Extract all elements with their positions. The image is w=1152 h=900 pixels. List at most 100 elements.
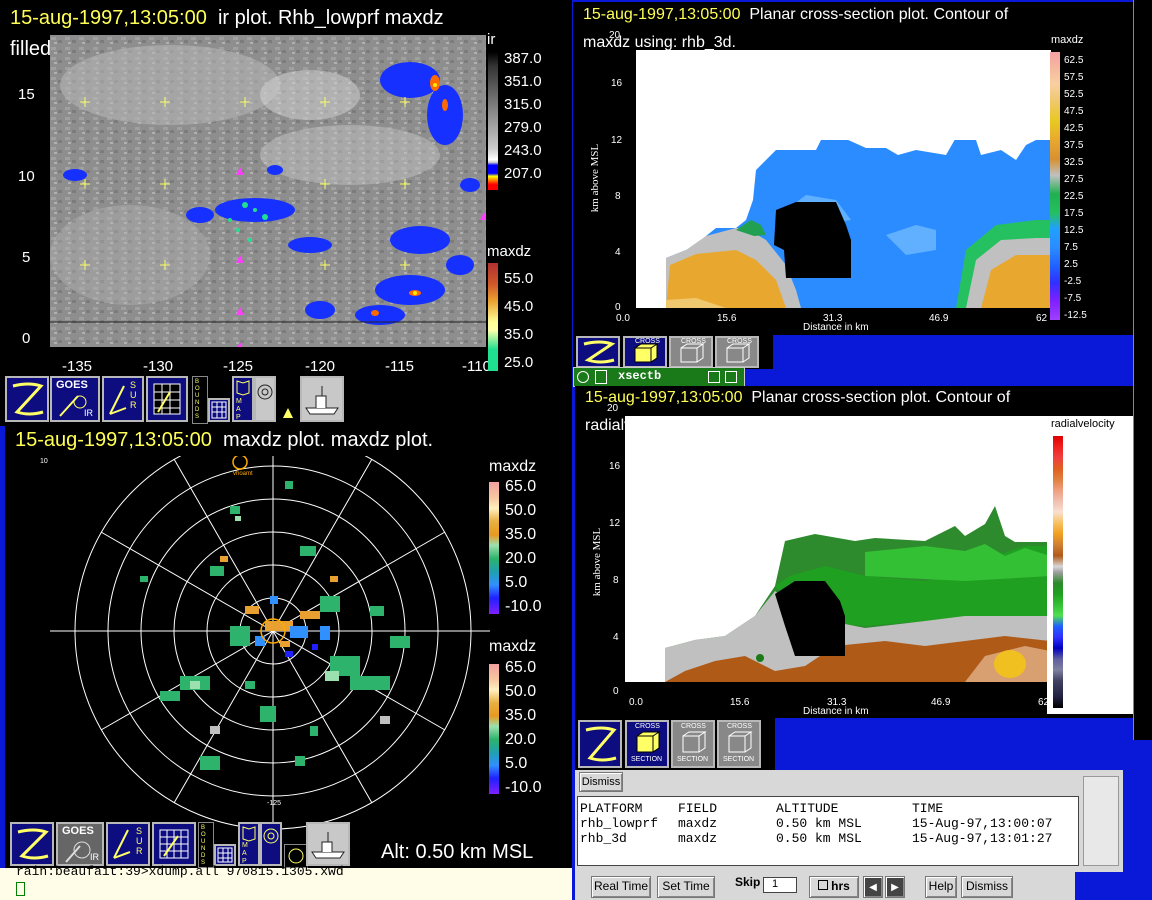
zeb-logo-button[interactable]	[5, 376, 49, 422]
xsectb-minimize-icon[interactable]	[708, 371, 720, 383]
ppi-map-label: MAP	[242, 842, 248, 865]
xsec1-ytick-12: 12	[611, 135, 623, 146]
lon-tick-135: -135	[62, 358, 93, 372]
small-grid-icon	[211, 401, 227, 419]
xsec2-cbar-tick-4: 16.0	[1071, 480, 1091, 491]
set-time-button[interactable]: Set Time	[657, 876, 715, 898]
terminal-window[interactable]: rain:beaufait:39>xdump.all 970815.1305.x…	[0, 864, 572, 900]
xsec2-cbar-tick-24: -24.0	[1071, 700, 1094, 711]
ppi-rings-button[interactable]	[260, 822, 282, 866]
range-rings-icon	[257, 384, 273, 400]
xsec1-cross-section-button-3[interactable]: CROSS	[715, 336, 759, 368]
xsec2-title-text: Planar cross-section plot. Contour of	[751, 389, 1011, 406]
step-back-button[interactable]: ◀	[863, 876, 883, 898]
sur-button[interactable]: SUR	[102, 376, 144, 422]
lon-tick-130: -130	[143, 358, 174, 372]
xsec2-cross-section-button[interactable]: CROSS SECTION	[625, 720, 669, 768]
info-header-platform: PLATFORM	[580, 801, 643, 816]
xsec1-cross-section-button[interactable]: CROSS	[623, 336, 667, 368]
hrs-menu-button[interactable]: hrs	[809, 876, 859, 898]
ppi-timestamp: 15-aug-1997,13:05:00	[15, 429, 212, 451]
ppi-grid-overlay-button[interactable]	[152, 822, 196, 866]
terminal-line1: rain:beaufait:39>xdump.all 970815.1305.x…	[16, 864, 344, 879]
xsec2-cross-section-button-2[interactable]: CROSS SECTION	[671, 720, 715, 768]
ppi-bounds-button[interactable]: BOUNDS	[198, 822, 214, 868]
ppi-map-button[interactable]: MAP	[238, 822, 260, 866]
xsec2-colorbar-label: radialvelocity	[1051, 418, 1115, 430]
ppi-grid-icon	[159, 829, 189, 859]
ship-button[interactable]	[300, 376, 344, 422]
xsec2-ylabel: km above MSL	[591, 527, 604, 597]
xsec2-xtick-156: 15.6	[730, 697, 750, 708]
info-row1-time: 15-Aug-97,13:00:07	[912, 816, 1053, 831]
ppi-cbar2-tick-65: 65.0	[505, 659, 537, 676]
lon-tick-110: -110	[462, 358, 491, 372]
station-marker-button[interactable]	[278, 400, 298, 422]
xsec1-ytick-4: 4	[615, 247, 621, 258]
xsec1-timestamp: 15-aug-1997,13:05:00	[583, 6, 741, 23]
grid-overlay-button[interactable]	[146, 376, 188, 422]
info-table-frame: PLATFORM FIELD ALTITUDE TIME rhb_lowprf …	[577, 796, 1079, 866]
xsectb-window-bar[interactable]: xsectb	[573, 367, 745, 387]
xsec1-cbar-tick-15: -12.5	[1064, 310, 1087, 321]
xsectb-doc-icon[interactable]	[595, 370, 607, 384]
xsec1-cbar-tick-9: 17.5	[1064, 208, 1084, 219]
lat-tick-15: 15	[18, 86, 35, 103]
skip-input[interactable]: 1	[763, 877, 797, 893]
xsec2-xtick-469: 46.9	[931, 697, 951, 708]
ppi-range-rings-icon	[263, 828, 279, 844]
ir-colorbar	[488, 52, 498, 190]
xsec1-zeb-button[interactable]	[576, 336, 620, 368]
xsec1-cross-label-2: CROSS	[681, 338, 706, 345]
rings-button[interactable]	[254, 376, 276, 422]
xsec2-title: 15-aug-1997,13:05:00 Planar cross-sectio…	[585, 388, 1010, 408]
xsectb-maximize-icon[interactable]	[725, 371, 737, 383]
ppi-altitude-label: Alt: 0.50 km MSL	[381, 841, 534, 863]
real-time-button[interactable]: Real Time	[591, 876, 651, 898]
xsec1-plot[interactable]	[636, 50, 1051, 310]
ppi-zeb-logo-button[interactable]	[10, 822, 54, 866]
map-button[interactable]: MAP	[232, 376, 254, 422]
xsec1-colorbar-label: maxdz	[1051, 34, 1084, 46]
ppi-sur-button[interactable]: SUR	[106, 822, 150, 866]
ppi-ship-icon	[311, 832, 345, 859]
ppi-colorbar1-label: maxdz	[489, 458, 537, 475]
xsec-maxdz-panel: 15-aug-1997,13:05:00 Planar cross-sectio…	[573, 2, 1133, 335]
ppi-bounds-grid-button[interactable]	[214, 844, 236, 866]
xsec2-xtick-0: 0.0	[629, 697, 643, 708]
xsec1-cbar-tick-11: 7.5	[1064, 242, 1078, 253]
time-control-bar: Real Time Set Time Skip 1 hrs ◀ ▶ Help D…	[575, 872, 1075, 900]
step-forward-button[interactable]: ▶	[885, 876, 905, 898]
goes-ir-button[interactable]: GOES IR	[50, 376, 100, 422]
right-edge-window	[1133, 0, 1152, 740]
ppi-goes-ir-button[interactable]: GOES IR	[56, 822, 104, 866]
xsec2-plot[interactable]	[625, 416, 1050, 684]
xsec2-cbar-tick-7: 10.0	[1071, 513, 1091, 524]
ppi-cbar1-tick-5: 5.0	[505, 574, 528, 591]
ir-satellite-image[interactable]	[50, 35, 486, 347]
bounds-button[interactable]: BOUNDS	[192, 376, 208, 424]
info-row2-altitude: 0.50 km MSL	[776, 831, 862, 846]
xsectb-menu-icon[interactable]	[577, 371, 589, 383]
xsec1-cbar-tick-10: 12.5	[1064, 225, 1084, 236]
help-button[interactable]: Help	[925, 876, 957, 898]
xsec2-cross-section-button-3[interactable]: CROSS SECTION	[717, 720, 761, 768]
step-forward-icon: ▶	[891, 882, 899, 893]
xsec-radialvelocity-panel: 15-aug-1997,13:05:00 Planar cross-sectio…	[575, 386, 1135, 718]
xsectb-title: xsectb	[618, 369, 662, 383]
ppi-radar-display[interactable]	[50, 456, 490, 836]
sur-label: SUR	[130, 380, 137, 410]
xsec2-cbar-tick-2: 20.0	[1071, 458, 1091, 469]
map-label: MAP	[236, 398, 242, 421]
xsec2-zeb-button[interactable]	[578, 720, 622, 768]
xsec1-ytick-8: 8	[615, 191, 621, 202]
xsec2-ytick-0: 0	[613, 686, 619, 697]
xsec1-cbar-tick-6: 32.5	[1064, 157, 1084, 168]
dismiss-button[interactable]: Dismiss	[579, 772, 623, 792]
xsec1-cbar-tick-0: 62.5	[1064, 55, 1084, 66]
xsec1-cross-section-button-2[interactable]: CROSS	[669, 336, 713, 368]
lon-tick-115: -115	[385, 358, 414, 372]
ppi-ship-button[interactable]	[306, 822, 350, 866]
bounds-grid-button[interactable]	[208, 398, 230, 422]
bottom-dismiss-button[interactable]: Dismiss	[961, 876, 1013, 898]
